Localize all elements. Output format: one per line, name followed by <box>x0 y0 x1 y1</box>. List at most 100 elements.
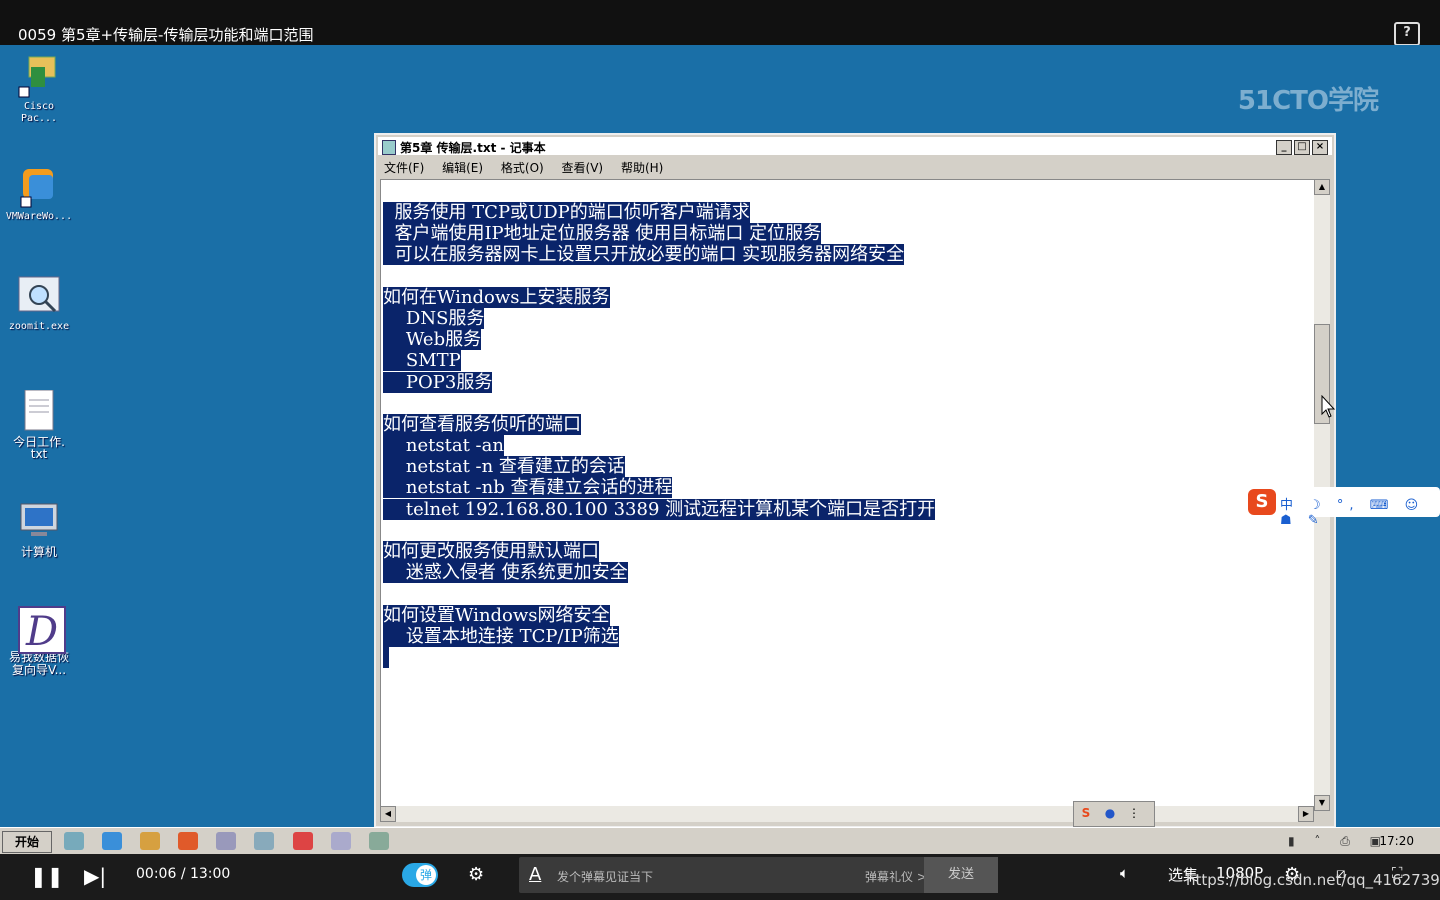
selected-text: 如何更改服务使用默认端口 <box>383 541 599 562</box>
clock: 17:20 <box>1379 834 1414 848</box>
selected-text: Web服务 <box>383 329 482 351</box>
browser-icon[interactable] <box>102 832 123 850</box>
next-icon[interactable]: ▶| <box>84 864 106 888</box>
desktop-icon-label: VMWareWo... <box>5 211 73 222</box>
scroll-up-icon[interactable]: ▲ <box>1314 179 1330 195</box>
text-line: netstat -n 查看建立的会话 <box>383 456 935 478</box>
danmu-etiquette-link[interactable]: 弹幕礼仪 > <box>865 868 927 885</box>
explorer-icon[interactable] <box>216 832 237 850</box>
video-title: 0059 第5章+传输层-传输层功能和端口范围 <box>18 26 314 44</box>
text-style-icon[interactable]: A <box>529 864 541 885</box>
notepad-window[interactable]: 第5章 传输层.txt - 记事本 _ □ × 文件(F) 编辑(E) 格式(O… <box>374 133 1336 828</box>
selected-text: DNS服务 <box>383 307 485 329</box>
horizontal-scrollbar[interactable]: ◀ ▶ <box>380 806 1314 822</box>
selected-text: 服务使用 TCP或UDP的端口侦听客户端请求 <box>383 202 750 223</box>
help-icon[interactable]: ? <box>1394 22 1420 46</box>
menu-format[interactable]: 格式(O) <box>501 161 544 175</box>
time-separator: / <box>180 866 186 882</box>
volume-icon[interactable]: 🔈︎ <box>1120 864 1129 882</box>
scroll-left-icon[interactable]: ◀ <box>380 806 396 822</box>
scroll-right-icon[interactable]: ▶ <box>1298 806 1314 822</box>
computer-icon <box>17 500 61 544</box>
menu-help[interactable]: 帮助(H) <box>621 161 663 175</box>
powerpoint-icon[interactable] <box>292 832 313 850</box>
current-time: 00:06 <box>136 866 177 882</box>
chevron-down-icon[interactable]: ⋮ <box>1124 803 1144 823</box>
danmu-icon: 弹 <box>416 865 436 885</box>
notepad-text-area[interactable]: 服务使用 TCP或UDP的端口侦听客户端请求 客户端使用IP地址定位服务器 使用… <box>380 179 1316 811</box>
selected-text: 迷惑入侵者 使系统更加安全 <box>383 562 628 584</box>
watermark: 51CTO学院 <box>1237 86 1379 116</box>
notepad-menu: 文件(F) 编辑(E) 格式(O) 查看(V) 帮助(H) <box>384 159 677 176</box>
desktop-icon-label: 计算机 <box>20 545 57 559</box>
quick-launch-icon[interactable] <box>64 832 84 850</box>
minimize-icon[interactable]: _ <box>1276 140 1292 155</box>
menu-view[interactable]: 查看(V) <box>562 161 604 175</box>
text-line: 如何在Windows上安装服务 <box>383 286 935 308</box>
desktop-icon-label: 今日工作. txt <box>13 435 65 461</box>
text-lines: 服务使用 TCP或UDP的端口侦听客户端请求 客户端使用IP地址定位服务器 使用… <box>383 202 936 668</box>
text-line <box>383 583 935 604</box>
danmu-toggle[interactable]: 弹 <box>402 863 438 887</box>
selected-text: netstat -nb 查看建立会话的进程 <box>383 477 673 499</box>
scroll-down-icon[interactable]: ▼ <box>1314 795 1330 811</box>
sogou-small-icon[interactable]: S <box>1076 803 1096 823</box>
close-icon[interactable]: × <box>1312 140 1328 155</box>
desktop-icon-text-file[interactable]: 今日工作. txt <box>0 389 78 461</box>
text-line <box>383 393 935 414</box>
mouse-cursor-icon <box>1321 395 1336 418</box>
selected-text: POP3服务 <box>383 371 493 393</box>
start-button[interactable]: 开始 <box>2 831 52 853</box>
chrome-icon[interactable] <box>178 832 199 850</box>
desktop-icon-label: Cisco Pac... <box>20 101 58 124</box>
danmu-input[interactable]: A 发个弹幕见证当下 弹幕礼仪 > 发送 <box>519 857 998 893</box>
zoomit-icon <box>17 275 61 319</box>
text-file-icon <box>17 389 61 434</box>
text-line: 如何查看服务侦听的端口 <box>383 413 935 435</box>
app-icon[interactable] <box>140 832 161 850</box>
duration: 13:00 <box>189 866 231 882</box>
quick-launch <box>64 832 402 854</box>
selected-text: netstat -n 查看建立的会话 <box>383 456 625 478</box>
selected-text: 如何在Windows上安装服务 <box>383 286 610 308</box>
danmu-settings-icon[interactable]: ⚙ <box>468 864 484 885</box>
cisco-packet-tracer-icon <box>17 55 61 99</box>
notepad-title-bar[interactable]: 第5章 传输层.txt - 记事本 _ □ × <box>378 137 1332 155</box>
text-line: 迷惑入侵者 使系统更加安全 <box>383 562 935 584</box>
ime-mode[interactable]: 中 ☽ °, ⌨ ☺ ☗ ✎ <box>1280 494 1440 528</box>
menu-edit[interactable]: 编辑(E) <box>442 161 483 175</box>
text-line: DNS服务 <box>383 307 935 329</box>
desktop-icon-cisco[interactable]: Cisco Pac... <box>0 55 78 125</box>
ime-toolbar[interactable]: S 中 ☽ °, ⌨ ☺ ☗ ✎ <box>1246 487 1440 528</box>
selected-text: 设置本地连接 TCP/IP筛选 <box>383 625 619 647</box>
network-icon[interactable] <box>368 832 389 850</box>
send-button[interactable]: 发送 <box>924 857 998 893</box>
maximize-icon[interactable]: □ <box>1294 140 1310 155</box>
text-line: 可以在服务器网卡上设置只开放必要的端口 实现服务器网络安全 <box>383 244 935 266</box>
desktop-icon-zoomit[interactable]: zoomit.exe <box>0 275 78 333</box>
language-bar[interactable]: S ● ⋮ <box>1073 801 1155 827</box>
text-line: 客户端使用IP地址定位服务器 使用目标端口 定位服务 <box>383 223 935 245</box>
help-circle-icon[interactable]: ● <box>1100 803 1120 823</box>
desktop-icon-data-recovery[interactable]: D 易我数据恢 复向导V... <box>0 605 78 677</box>
vmware-icon <box>17 165 61 209</box>
notepad-task-icon[interactable] <box>330 832 351 850</box>
selected-text: 如何设置Windows网络安全 <box>383 604 610 626</box>
text-line: 如何更改服务使用默认端口 <box>383 541 935 562</box>
pause-icon[interactable]: ❚❚ <box>30 864 64 888</box>
desktop: 51CTO学院 Cisco Pac... VMWareWo... zoomit.… <box>0 45 1440 828</box>
selected-text <box>383 646 389 668</box>
text-line: SMTP <box>383 350 935 372</box>
desktop-icon-vmware[interactable]: VMWareWo... <box>0 165 78 223</box>
text-line: 服务使用 TCP或UDP的端口侦听客户端请求 <box>383 202 935 223</box>
system-tray[interactable]: ▮ ˄ ⎙ ▣ <box>1288 834 1389 849</box>
sogou-logo-icon: S <box>1248 489 1276 515</box>
desktop-icon-computer[interactable]: 计算机 <box>0 500 78 558</box>
text-line: netstat -an <box>383 435 935 457</box>
text-line <box>383 520 935 541</box>
text-line: POP3服务 <box>383 371 935 393</box>
text-line: Web服务 <box>383 329 935 351</box>
menu-file[interactable]: 文件(F) <box>384 161 424 175</box>
window-icon[interactable] <box>254 832 275 850</box>
text-line <box>383 646 935 668</box>
